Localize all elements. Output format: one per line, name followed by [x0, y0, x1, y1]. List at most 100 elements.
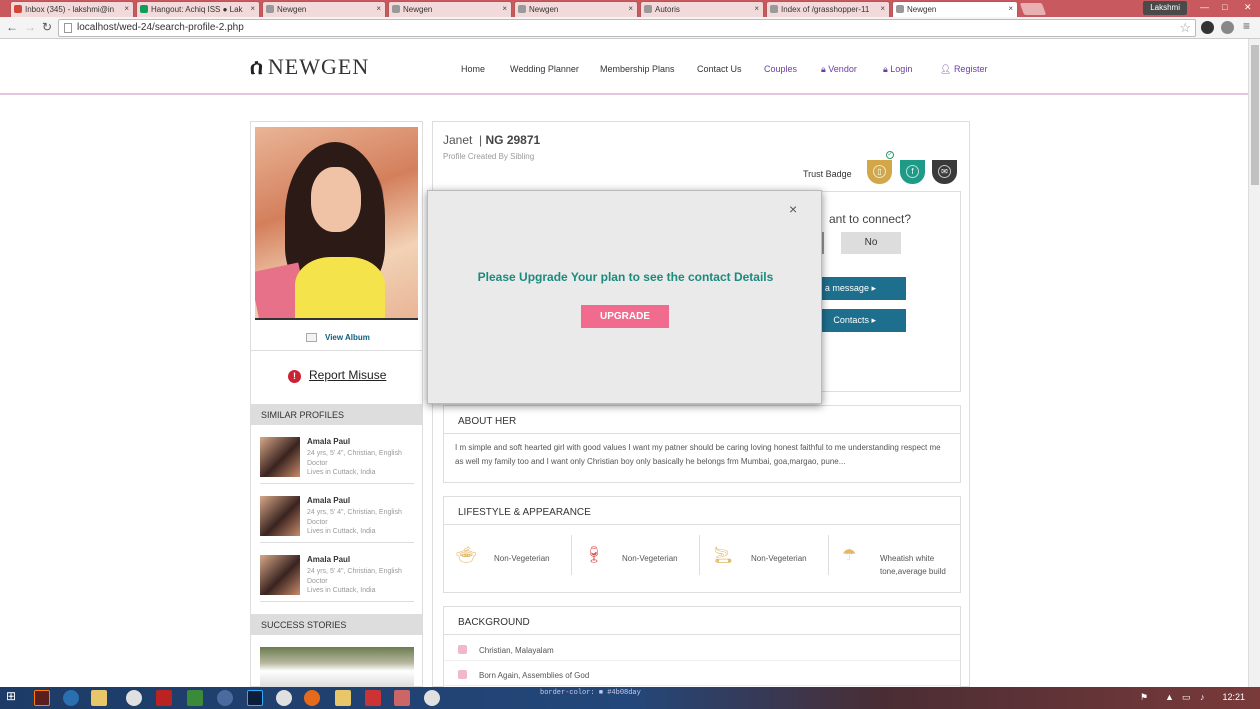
site-logo[interactable]: ሰ NEWGEN: [250, 54, 369, 80]
close-icon[interactable]: ×: [789, 201, 797, 217]
page-scrollbar[interactable]: [1248, 39, 1260, 687]
nav-contact-us[interactable]: Contact Us: [697, 64, 742, 74]
add-user-icon: 👤︎: [940, 64, 954, 74]
address-bar[interactable]: localhost/wed-24/search-profile-2.php ☆: [58, 19, 1196, 37]
lifestyle-item: ☂ Wheatish white tone,average build: [842, 547, 946, 576]
about-section: ABOUT HER I m simple and soft hearted gi…: [443, 405, 961, 483]
browser-tab-active[interactable]: Newgen ×: [892, 1, 1018, 17]
page-icon: [770, 5, 778, 13]
nav-register[interactable]: 👤︎ Register: [940, 64, 987, 75]
app-icon[interactable]: [394, 690, 410, 706]
taskbar-clock[interactable]: 12:21: [1222, 692, 1245, 702]
email-badge-icon[interactable]: ✉: [932, 160, 957, 184]
browser-tab[interactable]: Hangout: Achiq ISS ● Lak ×: [136, 1, 260, 17]
forward-icon[interactable]: →: [24, 20, 36, 34]
photoshop-icon[interactable]: [247, 690, 263, 706]
close-tab-icon[interactable]: ×: [502, 4, 507, 13]
similar-profiles-heading: SIMILAR PROFILES: [251, 404, 422, 425]
folder-icon[interactable]: [91, 690, 107, 706]
chrome-icon[interactable]: [276, 690, 292, 706]
similar-profile-item[interactable]: Amala Paul 24 yrs, 5' 4", Christian, Eng…: [260, 552, 414, 602]
hangouts-icon: [140, 5, 148, 13]
chrome-icon[interactable]: [424, 690, 440, 706]
scrollbar-thumb[interactable]: [1251, 45, 1259, 185]
nav-vendor[interactable]: 🔒︎ Vendor: [821, 64, 857, 75]
browser-tab[interactable]: Newgen ×: [388, 1, 512, 17]
view-album-link[interactable]: View Album: [251, 321, 422, 351]
network-icon[interactable]: ▲: [1165, 692, 1174, 702]
food-icon: 🍲︎: [456, 547, 477, 564]
browser-tab[interactable]: Autoris ×: [640, 1, 764, 17]
chrome-icon[interactable]: [126, 690, 142, 706]
report-misuse-link[interactable]: ! Report Misuse: [251, 352, 422, 403]
background-item: Born Again, Assemblies of God: [444, 662, 960, 686]
no-button[interactable]: No: [841, 232, 901, 254]
connect-question: ant to connect?: [829, 212, 912, 226]
close-tab-icon[interactable]: ×: [880, 4, 885, 13]
close-tab-icon[interactable]: ×: [124, 4, 129, 13]
caret-right-icon: ▸: [871, 283, 876, 293]
page-icon: [896, 5, 904, 13]
new-tab-button[interactable]: [1019, 3, 1047, 15]
maximize-icon[interactable]: □: [1222, 2, 1227, 12]
similar-profile-thumb[interactable]: [260, 555, 300, 595]
browser-user-chip[interactable]: Lakshmi: [1143, 1, 1187, 15]
image-icon: [306, 333, 317, 342]
lifestyle-heading: LIFESTYLE & APPEARANCE: [444, 497, 960, 525]
notepad-icon[interactable]: [187, 690, 203, 706]
close-window-icon[interactable]: ✕: [1244, 2, 1252, 13]
volume-icon[interactable]: ♪: [1200, 692, 1205, 702]
close-tab-icon[interactable]: ×: [628, 4, 633, 13]
nav-wedding-planner[interactable]: Wedding Planner: [510, 64, 579, 74]
star-icon[interactable]: ☆: [1179, 20, 1191, 36]
ie-icon[interactable]: [63, 690, 79, 706]
upgrade-button[interactable]: UPGRADE: [581, 305, 669, 328]
trust-badge-label: Trust Badge: [803, 169, 852, 179]
reload-icon[interactable]: ↻: [42, 20, 52, 34]
minimize-icon[interactable]: —: [1200, 2, 1209, 12]
similar-profile-item[interactable]: Amala Paul 24 yrs, 5' 4", Christian, Eng…: [260, 434, 414, 484]
browser-tab[interactable]: Index of /grasshopper-11 ×: [766, 1, 890, 17]
battery-icon[interactable]: ▭: [1182, 692, 1191, 703]
people-icon: [458, 670, 467, 679]
page-icon: [392, 5, 400, 13]
app-icon[interactable]: [365, 690, 381, 706]
lifestyle-item: 🍲︎ Non-Vegeterian: [444, 535, 572, 575]
folder-icon[interactable]: [335, 690, 351, 706]
close-tab-icon[interactable]: ×: [1008, 4, 1013, 13]
extension-icon[interactable]: [1221, 21, 1234, 34]
filezilla-icon[interactable]: [156, 690, 172, 706]
nav-membership-plans[interactable]: Membership Plans: [600, 64, 675, 74]
background-code-text: border-color: ■ #4b08day: [540, 689, 641, 697]
close-tab-icon[interactable]: ×: [376, 4, 381, 13]
page-icon: [266, 5, 274, 13]
browser-tab[interactable]: Newgen ×: [514, 1, 638, 17]
profile-photo[interactable]: [255, 127, 418, 320]
app-icon[interactable]: [217, 690, 233, 706]
browser-tab[interactable]: Inbox (345) - lakshmi@in ×: [10, 1, 134, 17]
firefox-icon[interactable]: [304, 690, 320, 706]
flag-icon[interactable]: ⚑: [1140, 692, 1148, 703]
close-tab-icon[interactable]: ×: [754, 4, 759, 13]
book-icon: [458, 645, 467, 654]
nav-login[interactable]: 🔒︎ Login: [883, 64, 912, 75]
caret-right-icon: ▸: [871, 315, 876, 325]
gmail-icon: [14, 5, 22, 13]
menu-icon[interactable]: ≡: [1243, 19, 1250, 33]
extension-icon[interactable]: [1201, 21, 1214, 34]
facebook-badge-icon[interactable]: f: [900, 160, 925, 184]
id-badge-icon[interactable]: ▯: [867, 160, 892, 184]
back-icon[interactable]: ←: [6, 20, 18, 34]
browser-toolbar: ← → ↻ localhost/wed-24/search-profile-2.…: [0, 17, 1260, 39]
similar-profile-thumb[interactable]: [260, 437, 300, 477]
browser-tab[interactable]: Newgen ×: [262, 1, 386, 17]
drink-icon: 🍷︎: [584, 547, 605, 564]
nav-couples[interactable]: Couples: [764, 64, 797, 74]
windows-start-icon[interactable]: ⊞: [6, 689, 16, 703]
nav-home[interactable]: Home: [461, 64, 485, 74]
similar-profile-thumb[interactable]: [260, 496, 300, 536]
similar-profile-item[interactable]: Amala Paul 24 yrs, 5' 4", Christian, Eng…: [260, 493, 414, 543]
illustrator-icon[interactable]: [34, 690, 50, 706]
close-tab-icon[interactable]: ×: [250, 4, 255, 13]
success-story-photo[interactable]: [260, 647, 414, 687]
